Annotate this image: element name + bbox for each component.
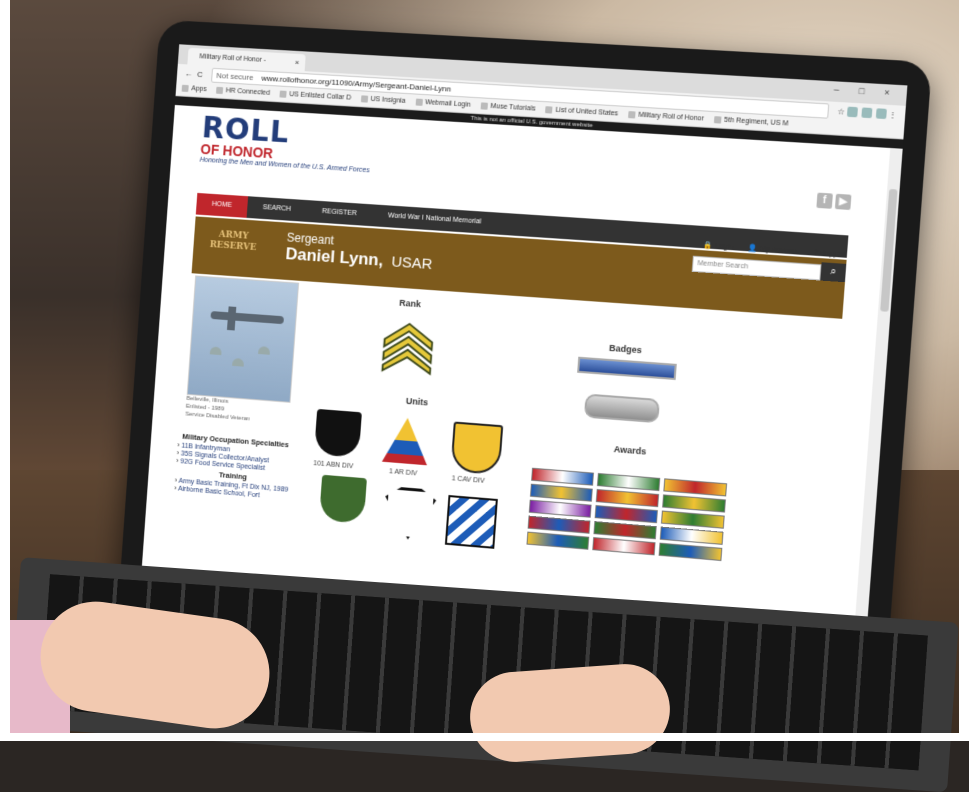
reload-icon[interactable]: C	[194, 69, 206, 78]
bookmark-item[interactable]: US Enlisted Collar D	[279, 91, 351, 103]
award-ribbon	[594, 505, 658, 524]
aircraft-wing	[226, 306, 237, 331]
units-heading: Units	[405, 395, 429, 408]
sergeant-chevron-icon	[379, 316, 438, 376]
combat-action-badge-icon	[583, 393, 660, 424]
award-ribbon	[595, 489, 660, 508]
award-ribbon	[593, 521, 657, 540]
bookmark-item[interactable]: List of United States	[545, 107, 618, 118]
site-logo[interactable]: ROLL OF HONOR Honoring the Men and Women…	[199, 111, 372, 175]
minimize-icon[interactable]: –	[825, 84, 848, 95]
award-ribbon	[531, 467, 594, 486]
awards-ribbon-rack	[526, 467, 733, 562]
bookmark-item[interactable]: US Insignia	[361, 96, 406, 106]
bookmark-item[interactable]: HR Connected	[216, 87, 270, 97]
award-ribbon	[526, 531, 590, 550]
award-ribbon	[663, 478, 728, 497]
unit-label: 101 ABN DIV	[313, 460, 354, 471]
parachute-shape	[209, 346, 222, 356]
close-window-icon[interactable]: ×	[875, 87, 899, 99]
bookmark-item[interactable]: Apps	[182, 85, 207, 94]
support-label: Support	[819, 247, 848, 259]
award-ribbon	[596, 473, 661, 492]
rank-heading: Rank	[398, 297, 422, 310]
101-airborne-patch-icon	[313, 408, 362, 458]
award-ribbon	[527, 515, 591, 534]
award-ribbon	[658, 542, 723, 562]
badges-heading: Badges	[608, 342, 643, 356]
nav-search[interactable]: SEARCH	[247, 196, 308, 222]
youtube-icon[interactable]: ▶	[834, 193, 852, 211]
nav-register[interactable]: REGISTER	[306, 200, 373, 226]
facebook-icon[interactable]: f	[816, 192, 833, 209]
menu-icon[interactable]: ⋮	[886, 109, 899, 119]
extension-icon[interactable]	[861, 107, 873, 119]
1st-infantry-patch-icon	[318, 474, 367, 524]
bookmark-item[interactable]: Webmail Login	[415, 99, 471, 110]
back-icon[interactable]: ←	[183, 69, 195, 78]
parachute-shape	[258, 346, 271, 355]
awards-heading: Awards	[613, 444, 647, 457]
bookmark-item[interactable]: Military Roll of Honor	[628, 111, 704, 123]
search-icon[interactable]: ⌕	[820, 262, 847, 283]
award-ribbon	[660, 510, 725, 529]
unit-label: 1 CAV DIV	[451, 475, 485, 485]
close-tab-icon[interactable]: ×	[294, 54, 300, 71]
award-ribbon	[592, 537, 656, 556]
bookmark-item[interactable]: Muse Tutorials	[480, 103, 536, 114]
award-ribbon	[662, 494, 726, 513]
2nd-infantry-patch-icon	[382, 486, 437, 542]
unit-label: 1 AR DIV	[388, 468, 418, 478]
branch-text: USAR	[390, 253, 433, 274]
3rd-infantry-patch-icon	[444, 495, 498, 549]
service-sidebar: Military Occupation Specialties 11B Infa…	[174, 430, 294, 503]
member-photo	[186, 275, 300, 403]
1st-cavalry-patch-icon	[450, 421, 504, 476]
award-ribbon	[528, 499, 592, 518]
nav-home[interactable]: HOME	[195, 192, 249, 218]
bookmark-item[interactable]: 5th Regiment, US M	[714, 116, 789, 128]
army-reserve-logo: ARMY RESERVE	[209, 229, 257, 254]
right-hand	[467, 661, 673, 765]
window-controls: – □ ×	[825, 84, 899, 98]
star-icon[interactable]: ☆	[835, 106, 848, 117]
maximize-icon[interactable]: □	[850, 85, 873, 97]
parachute-shape	[232, 357, 245, 367]
award-ribbon	[529, 483, 593, 502]
combat-infantry-badge-icon	[577, 356, 677, 381]
tab-title: Military Roll of Honor -	[199, 53, 267, 64]
social-links: f ▶	[816, 192, 852, 211]
extension-icon[interactable]	[846, 106, 858, 118]
aircraft-shape	[210, 311, 285, 325]
award-ribbon	[659, 526, 724, 545]
login-label: Login	[714, 240, 734, 252]
scrollbar-thumb[interactable]	[880, 188, 898, 312]
extension-icons	[846, 106, 887, 120]
login-link[interactable]: 🔒 Login	[703, 240, 734, 251]
1st-armored-patch-icon	[382, 416, 430, 465]
not-secure-label: Not secure	[216, 70, 254, 82]
profile-heading: Sergeant Daniel Lynn, USAR	[285, 230, 434, 274]
